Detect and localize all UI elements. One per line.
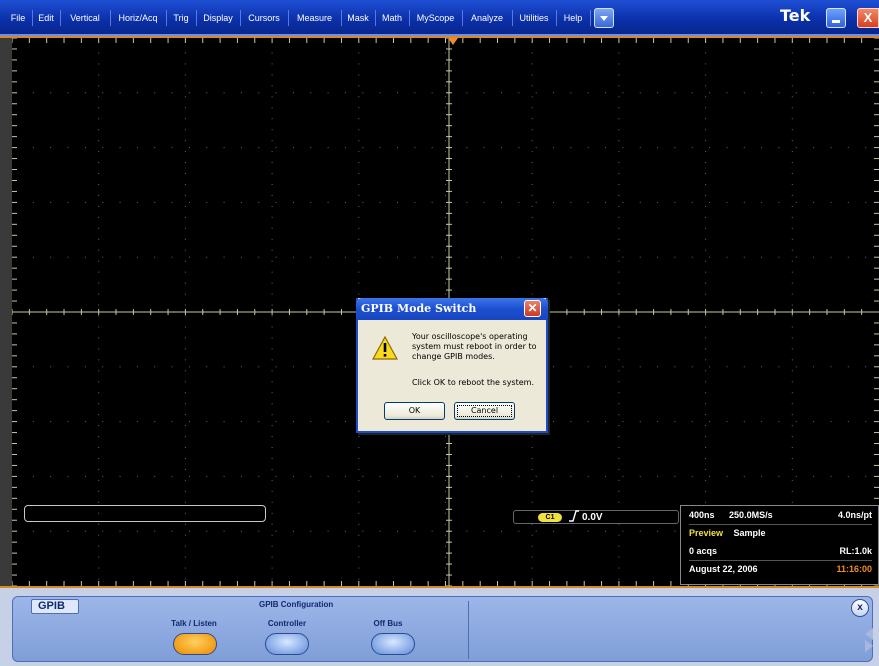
off-bus-label: Off Bus: [373, 619, 403, 628]
menu-dropdown-button[interactable]: [594, 8, 614, 28]
menu-file[interactable]: File: [4, 10, 33, 26]
tek-logo: Tek: [780, 6, 811, 25]
trigger-position-marker[interactable]: [448, 38, 458, 45]
minimize-button[interactable]: [826, 8, 846, 28]
menu-vertical[interactable]: Vertical: [60, 10, 111, 26]
menu-analyze[interactable]: Analyze: [462, 10, 513, 26]
time-readout: 11:16:00: [836, 564, 872, 574]
date-readout: August 22, 2006: [689, 564, 758, 574]
control-panel: GPIB GPIB Configuration Talk / Listen Co…: [0, 588, 879, 666]
menu-bar: File Edit Vertical Horiz/Acq Trig Displa…: [0, 0, 879, 36]
controller-label: Controller: [267, 619, 307, 628]
dialog-close-button[interactable]: ✕: [524, 300, 541, 317]
dialog-titlebar[interactable]: GPIB Mode Switch ✕: [356, 298, 548, 320]
menu-utilities[interactable]: Utilities: [512, 10, 557, 26]
acq-row-mode: Preview Sample: [689, 524, 872, 542]
cancel-button[interactable]: Cancel: [454, 402, 515, 420]
menu-trig[interactable]: Trig: [166, 10, 197, 26]
menu-math[interactable]: Math: [375, 10, 410, 26]
menu-mask[interactable]: Mask: [341, 10, 376, 26]
gpib-mode-switch-dialog: GPIB Mode Switch ✕ Your oscilloscope's o…: [356, 298, 548, 433]
menu-display[interactable]: Display: [196, 10, 241, 26]
talk-listen-label: Talk / Listen: [171, 619, 217, 628]
dialog-title: GPIB Mode Switch: [361, 302, 477, 315]
menu-edit[interactable]: Edit: [32, 10, 61, 26]
warning-icon: [372, 336, 398, 360]
acquisition-mode: Sample: [733, 528, 766, 538]
menu-myscope[interactable]: MyScope: [409, 10, 463, 26]
acquisition-readout[interactable]: 400ns 250.0MS/s 4.0ns/pt Preview Sample …: [680, 505, 879, 585]
close-app-button[interactable]: X: [857, 8, 879, 28]
preview-status: Preview: [689, 528, 724, 538]
acquisition-count: 0 acqs: [689, 546, 718, 556]
panel-divider: [468, 601, 469, 659]
off-bus-button[interactable]: [371, 633, 415, 655]
acq-row-timebase: 400ns 250.0MS/s 4.0ns/pt: [689, 506, 872, 525]
menu-cursors[interactable]: Cursors: [240, 10, 289, 26]
menu-help[interactable]: Help: [556, 10, 591, 26]
gpib-tab[interactable]: GPIB: [31, 599, 79, 614]
channel-readout-box[interactable]: [24, 505, 266, 522]
record-length: RL:1.0k: [839, 546, 872, 556]
menu-measure[interactable]: Measure: [288, 10, 342, 26]
controller-button[interactable]: [265, 633, 309, 655]
gpib-configuration-heading: GPIB Configuration: [259, 600, 334, 609]
acq-row-count: 0 acqs RL:1.0k: [689, 542, 872, 561]
trigger-level: 0.0V: [582, 512, 603, 523]
dialog-message: Your oscilloscope's operating system mus…: [412, 332, 537, 361]
time-per-point: 4.0ns/pt: [837, 510, 872, 520]
panel-close-button[interactable]: x: [851, 599, 869, 617]
menu-horiz-acq[interactable]: Horiz/Acq: [110, 10, 167, 26]
rising-edge-icon: [569, 510, 579, 522]
panel-nav-arrows-icon[interactable]: [859, 624, 879, 654]
ok-button[interactable]: OK: [384, 402, 445, 420]
horizontal-scale: 400ns: [689, 510, 715, 520]
sample-rate: 250.0MS/s: [729, 510, 773, 520]
dialog-instruction: Click OK to reboot the system.: [412, 378, 534, 387]
talk-listen-button[interactable]: [173, 633, 217, 655]
channel-1-badge: C1: [538, 513, 562, 522]
gpib-control-window: GPIB GPIB Configuration Talk / Listen Co…: [12, 596, 873, 662]
trigger-readout[interactable]: C1 0.0V: [513, 510, 679, 524]
acq-row-datetime: August 22, 2006 11:16:00: [689, 560, 872, 578]
